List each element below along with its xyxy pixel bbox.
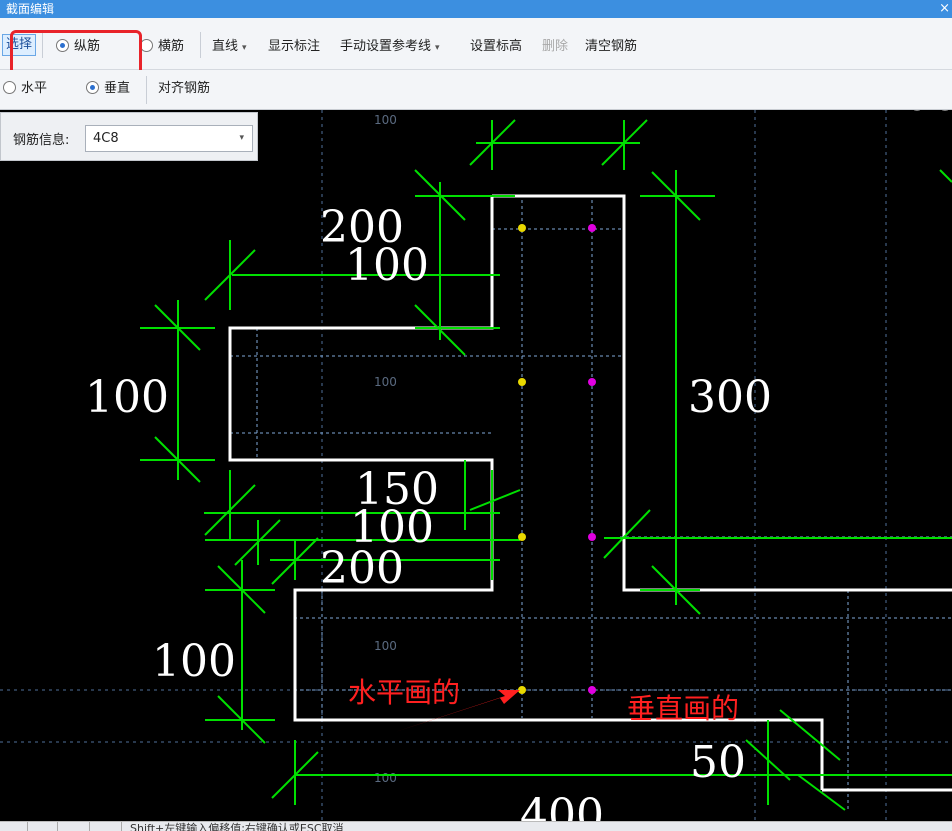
clear-rebar-button[interactable]: 清空钢筋 — [585, 38, 637, 56]
horizontal-label: 水平 — [21, 81, 48, 96]
status-cell[interactable] — [30, 822, 58, 831]
dimension-label: 200 — [320, 543, 404, 594]
dimension-label: 100 — [152, 636, 236, 687]
vertical-radio[interactable]: 垂直 — [86, 80, 130, 98]
dimension-label: 300 — [688, 372, 772, 423]
align-rebar-button[interactable]: 对齐钢筋 — [158, 80, 210, 98]
chevron-down-icon: ▾ — [435, 43, 440, 53]
dimension-label: 100 — [85, 372, 169, 423]
window-title: 截面编辑 — [6, 2, 55, 16]
dimension-label: 50 — [690, 737, 746, 788]
toolbar-separator — [146, 76, 147, 104]
rebar-horizontal — [518, 378, 526, 386]
manual-reference-dropdown[interactable]: 手动设置参考线 ▾ — [340, 38, 440, 57]
annotation-horizontal: 水平画的 — [348, 676, 460, 709]
status-bar: Shift+左键输入偏移值;右键确认或ESC取消 — [0, 821, 952, 831]
annotation-vertical: 垂直画的 — [627, 692, 739, 725]
rebar-vertical — [588, 224, 596, 232]
grid-label: 100 — [374, 113, 397, 127]
status-cell[interactable] — [0, 822, 28, 831]
toolbar-separator — [200, 32, 201, 58]
main-toolbar: 选择 纵筋 横筋 直线 ▾ 显示标注 手动设置参考线 ▾ 设置标高 删除 清空钢筋 — [0, 18, 952, 77]
close-icon[interactable]: × — [939, 0, 950, 18]
vertical-label: 垂直 — [104, 81, 131, 96]
delete-button[interactable]: 删除 — [542, 38, 568, 56]
rebar-horizontal — [518, 533, 526, 541]
radio-selected-icon — [86, 81, 99, 94]
status-text: Shift+左键输入偏移值;右键确认或ESC取消 — [130, 822, 344, 831]
grid-label: 100 — [374, 639, 397, 653]
rebar-vertical — [588, 378, 596, 386]
show-dimensions-button[interactable]: 显示标注 — [268, 38, 320, 56]
transverse-radio[interactable]: 横筋 — [140, 38, 184, 56]
dimension-label: 400 — [520, 790, 604, 821]
radio-unselected-icon — [3, 81, 16, 94]
rebar-info-panel: 钢筋信息: 4C8 ▾ — [0, 112, 258, 161]
annotations: 水平画的 垂直画的 — [348, 676, 739, 732]
transverse-label: 横筋 — [158, 39, 185, 54]
rebar-info-value: 4C8 — [93, 131, 119, 146]
dimension-label: 100 — [345, 240, 429, 291]
section-canvas[interactable]: 100 100 100 100 200 100 100 300 150 100 … — [0, 110, 952, 821]
rebar-info-label: 钢筋信息: — [13, 133, 70, 148]
horizontal-radio[interactable]: 水平 — [3, 80, 47, 98]
grid-lines — [0, 110, 952, 821]
chevron-down-icon: ▾ — [239, 133, 244, 143]
grid-label: 100 — [374, 771, 397, 785]
set-elevation-button[interactable]: 设置标高 — [470, 38, 522, 56]
line-dropdown[interactable]: 直线 ▾ — [212, 38, 247, 57]
chevron-down-icon: ▾ — [242, 43, 247, 53]
dimension-lines — [140, 119, 952, 811]
grid-label: 100 — [374, 375, 397, 389]
line-label: 直线 — [212, 39, 239, 54]
dimension-label: 100 — [875, 110, 952, 121]
status-cell[interactable] — [94, 822, 122, 831]
window-titlebar: 截面编辑 × — [0, 0, 952, 18]
rebar-horizontal — [518, 224, 526, 232]
status-cell[interactable] — [62, 822, 90, 831]
manual-reference-label: 手动设置参考线 — [340, 39, 432, 54]
rebar-vertical — [588, 686, 596, 694]
rebar-vertical — [588, 533, 596, 541]
secondary-toolbar: 水平 垂直 对齐钢筋 — [0, 70, 952, 110]
rebar-info-select[interactable]: 4C8 ▾ — [85, 125, 253, 152]
rebar-points — [518, 224, 596, 694]
